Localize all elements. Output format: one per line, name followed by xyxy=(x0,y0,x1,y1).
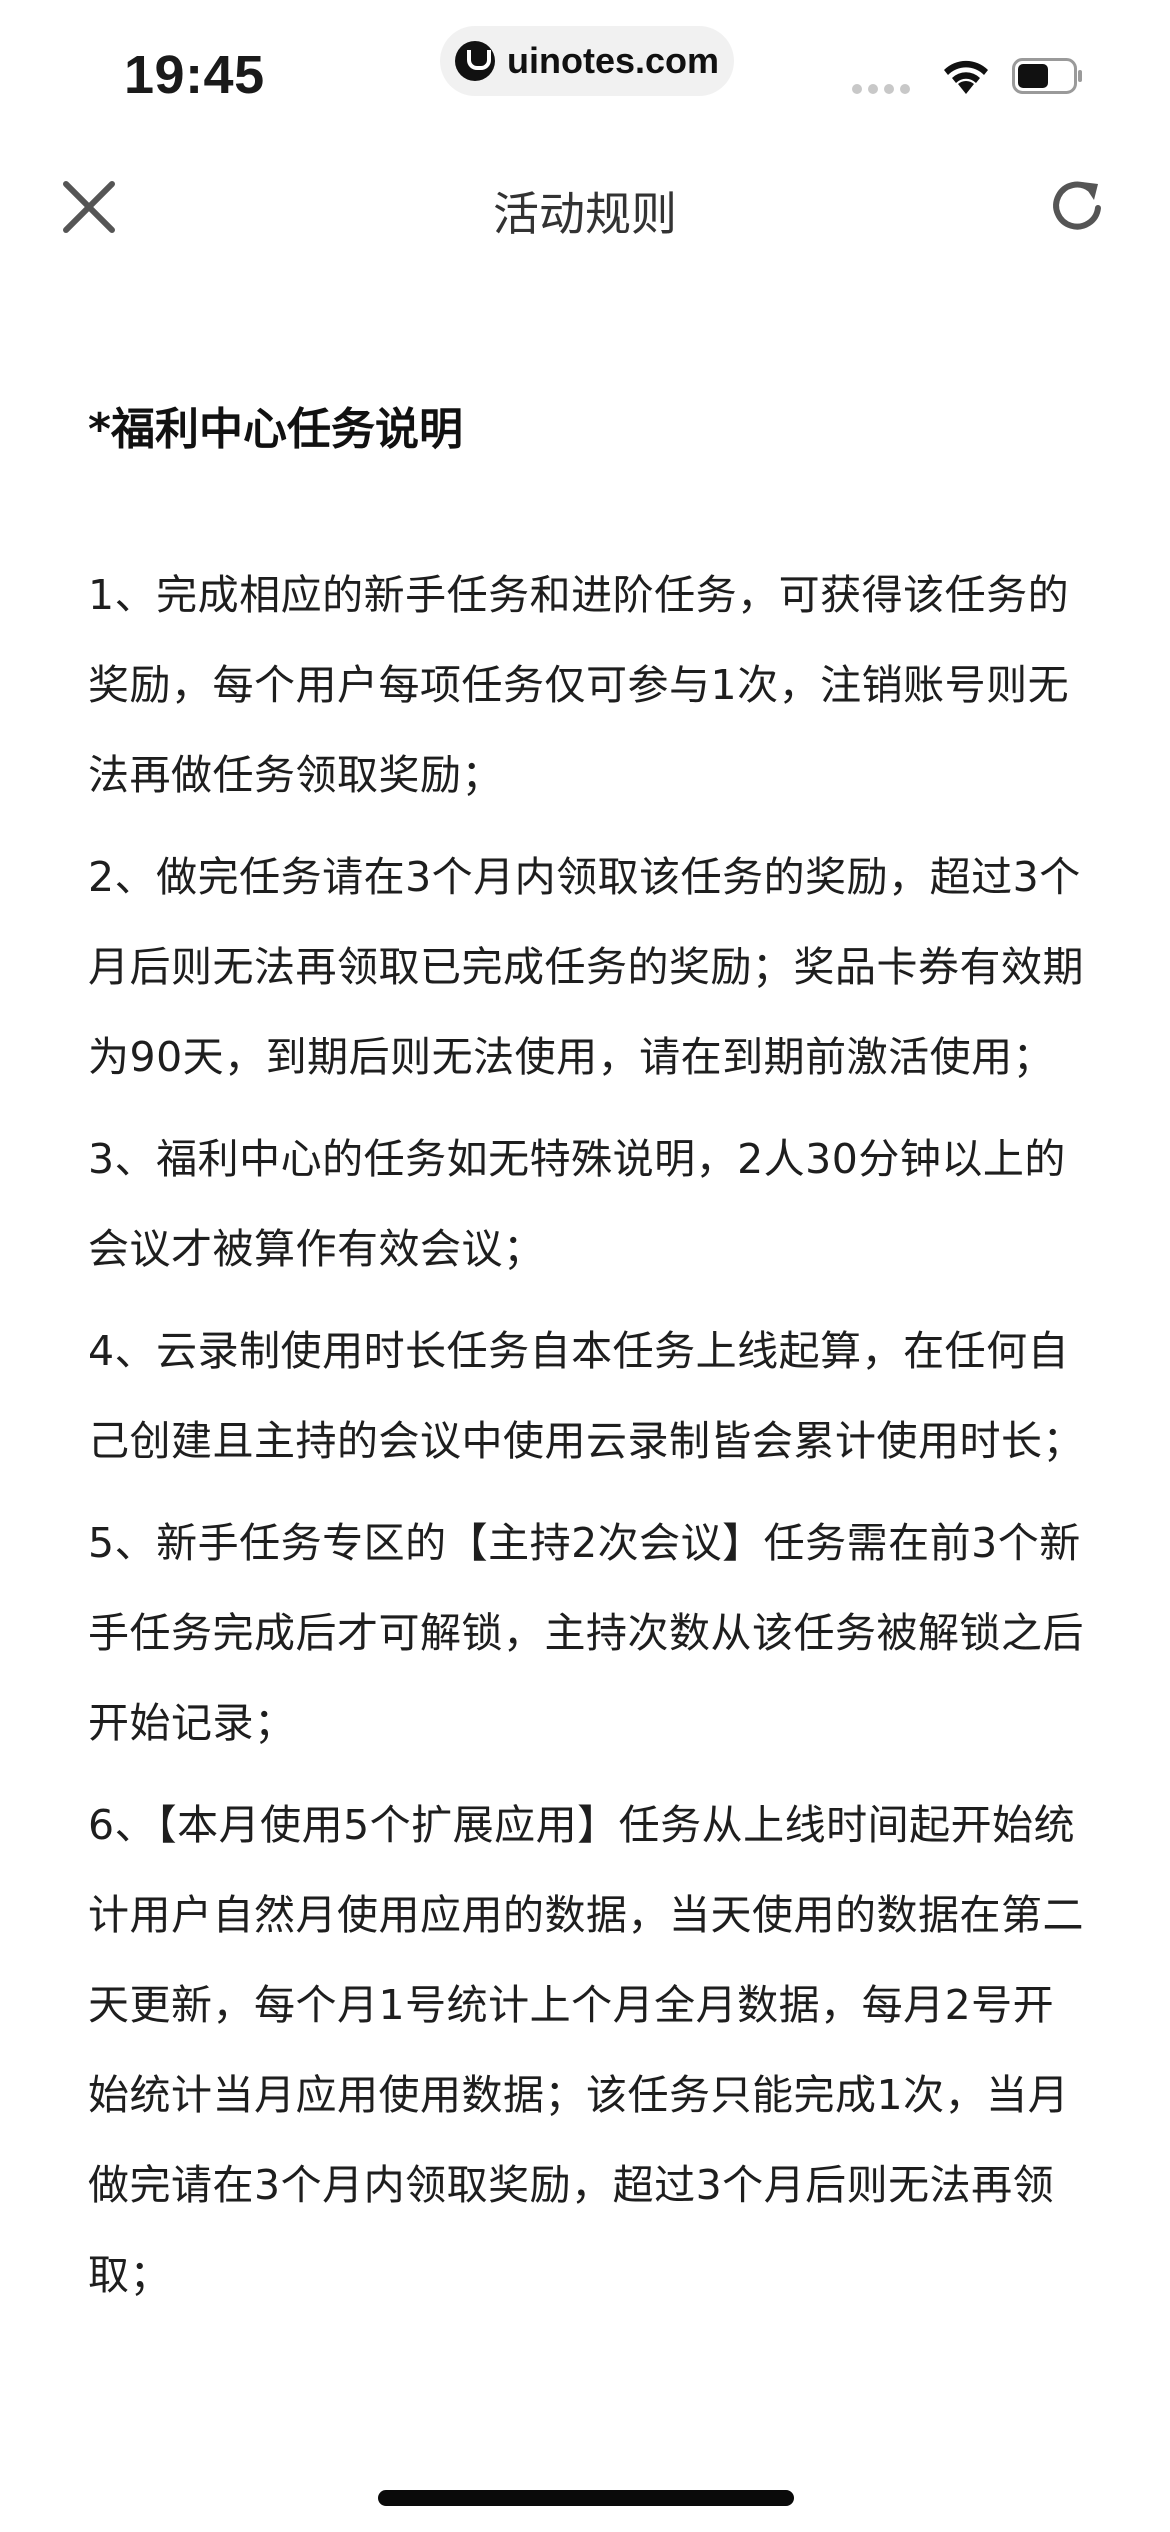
wifi-icon xyxy=(944,60,988,94)
url-pill[interactable]: uinotes.com xyxy=(440,26,734,96)
page-title: 活动规则 xyxy=(493,187,677,241)
status-time: 19:45 xyxy=(124,45,265,105)
rule-item: 5、新手任务专区的【主持2次会议】任务需在前3个新手任务完成后才可解锁，主持次数… xyxy=(88,1519,1084,1747)
battery-icon xyxy=(1012,58,1082,94)
status-bar: 19:45 uinotes.com xyxy=(0,0,1170,140)
section-title: *福利中心任务说明 xyxy=(88,404,464,455)
rules-content: *福利中心任务说明 1、完成相应的新手任务和进阶任务，可获得该任务的奖励，每个用… xyxy=(88,390,1088,2332)
rule-item: 1、完成相应的新手任务和进阶任务，可获得该任务的奖励，每个用户每项任务仅可参与1… xyxy=(88,571,1070,799)
rule-item: 4、云录制使用时长任务自本任务上线起算，在任何自己创建且主持的会议中使用云录制皆… xyxy=(88,1327,1084,1465)
rule-item: 2、做完任务请在3个月内领取该任务的奖励，超过3个月后则无法再领取已完成任务的奖… xyxy=(88,853,1084,1081)
rule-item: 3、福利中心的任务如无特殊说明，2人30分钟以上的会议才被算作有效会议； xyxy=(88,1135,1066,1273)
home-indicator[interactable] xyxy=(378,2490,794,2506)
rule-item: 6、【本月使用5个扩展应用】任务从上线时间起开始统计用户自然月使用应用的数据，当… xyxy=(88,1801,1084,2299)
cellular-signal-icon xyxy=(852,84,910,94)
refresh-icon[interactable] xyxy=(1046,174,1110,238)
site-logo-icon xyxy=(454,41,495,81)
nav-bar: 活动规则 xyxy=(0,140,1170,274)
url-text: uinotes.com xyxy=(506,40,720,81)
